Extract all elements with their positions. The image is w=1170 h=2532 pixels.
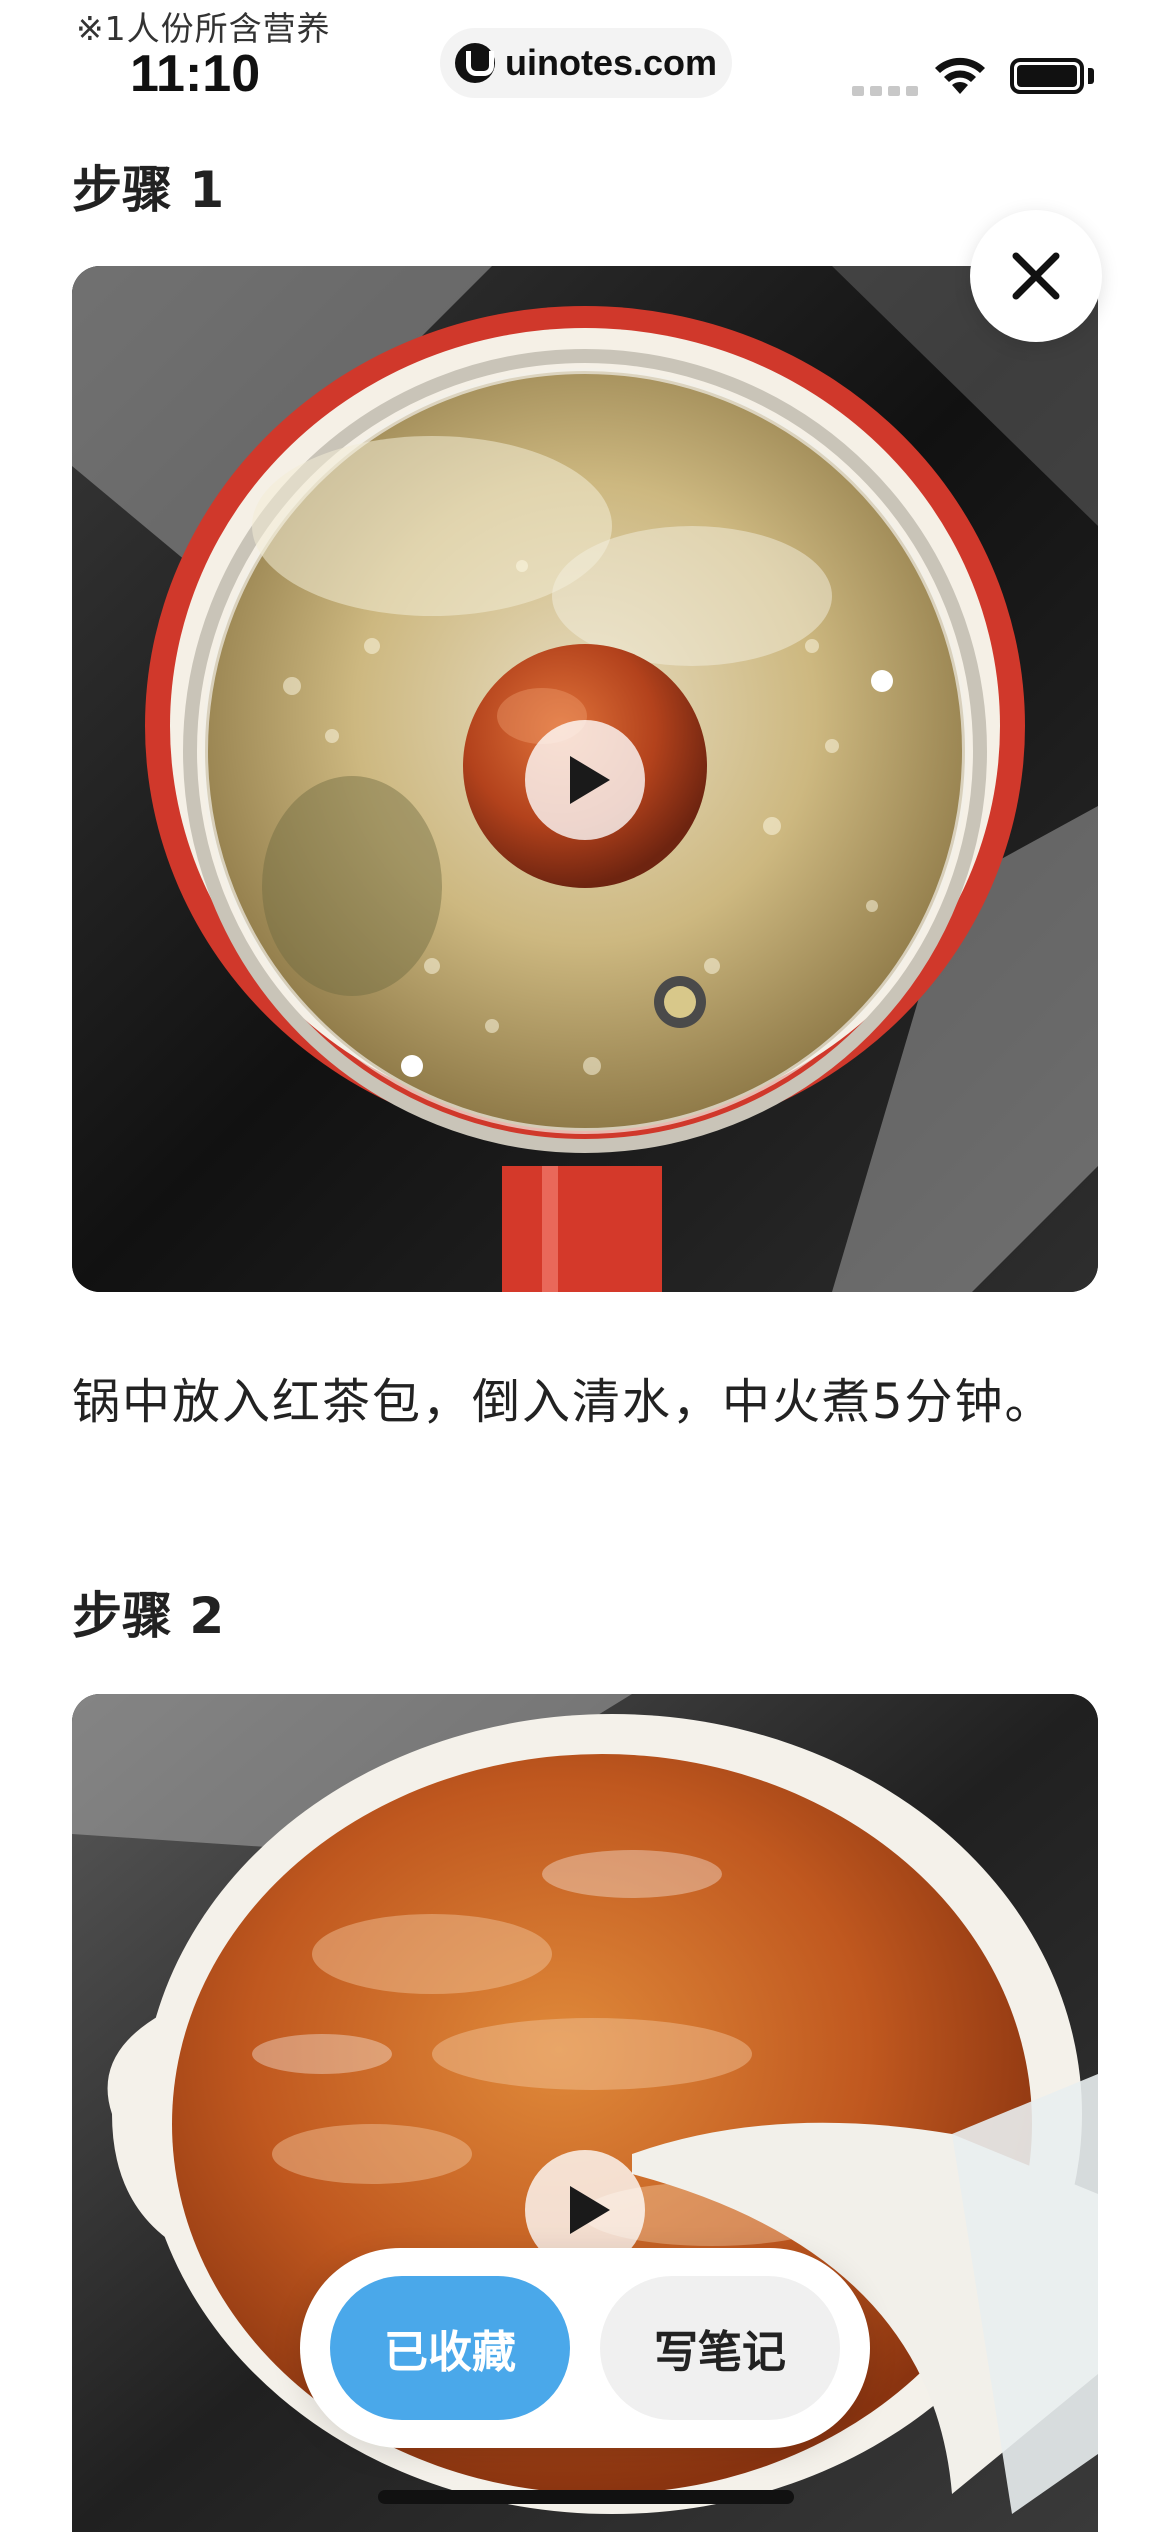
url-text: uinotes.com: [504, 42, 718, 83]
bottom-action-bar: 已收藏 写笔记: [300, 2248, 870, 2448]
wifi-icon: [935, 57, 985, 94]
write-note-button[interactable]: 写笔记: [600, 2276, 840, 2420]
close-icon: [1012, 252, 1060, 300]
home-indicator: [378, 2490, 794, 2504]
site-logo-icon: [454, 43, 495, 83]
nutrition-note: ※1人份所含营养: [76, 9, 331, 48]
signal-icon: [852, 86, 918, 96]
step-1-play-button[interactable]: [525, 720, 645, 840]
collected-button[interactable]: 已收藏: [330, 2276, 570, 2420]
recipe-steps-page: ※1人份所含营养 11:10 uinotes.com 步骤 1 锅中放入红茶包，…: [0, 0, 1170, 2532]
battery-icon: [1010, 58, 1084, 94]
close-button[interactable]: [970, 210, 1102, 342]
step-2-title: 步骤 2: [72, 1587, 225, 1645]
play-icon: [570, 756, 610, 804]
step-1-description: 锅中放入红茶包，倒入清水，中火煮5分钟。: [72, 1374, 1055, 1430]
battery-cap: [1088, 68, 1094, 84]
step-1-title: 步骤 1: [72, 161, 225, 219]
url-pill[interactable]: uinotes.com: [440, 28, 732, 98]
step-1-image[interactable]: [72, 266, 1098, 1292]
status-time: 11:10: [130, 45, 261, 103]
play-icon: [570, 2186, 610, 2234]
